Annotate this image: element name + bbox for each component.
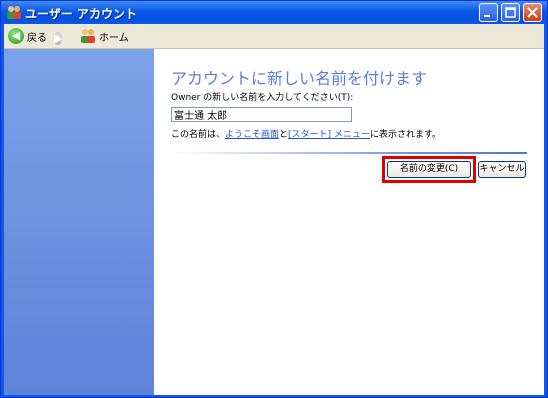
maximize-button[interactable] <box>501 3 520 22</box>
maximize-icon <box>505 7 516 18</box>
content-area: アカウントに新しい名前を付けます Owner の新しい名前を入力してください(T… <box>4 49 544 395</box>
page-title: アカウントに新しい名前を付けます <box>171 69 428 88</box>
navigation-toolbar: ◀ 戻る ▶ ホーム <box>4 24 544 49</box>
divider <box>171 152 527 154</box>
description-text: この名前は、ようこそ画面と[スタート] メニューに表示されます。 <box>171 127 441 140</box>
rename-button[interactable]: 名前の変更(C) <box>387 161 471 178</box>
home-label: ホーム <box>99 32 129 44</box>
back-arrow-icon: ◀ <box>8 28 24 44</box>
window-title: ユーザー アカウント <box>25 7 137 21</box>
user-accounts-icon <box>6 5 22 20</box>
cancel-button[interactable]: キャンセル <box>478 161 526 178</box>
back-button[interactable]: ◀ 戻る <box>8 27 47 45</box>
minimize-icon <box>484 15 490 17</box>
start-menu-link[interactable]: [スタート] メニュー <box>288 130 370 140</box>
main-panel: アカウントに新しい名前を付けます Owner の新しい名前を入力してください(T… <box>154 49 544 395</box>
minimize-button[interactable] <box>479 3 498 22</box>
home-button[interactable]: ホーム <box>80 27 129 45</box>
users-home-icon <box>81 29 95 43</box>
user-accounts-window: ユーザー アカウント ◀ 戻る ▶ ホーム アカウントに新しい名前を付けます O… <box>0 0 548 398</box>
desc-and: と <box>279 130 289 140</box>
forward-button[interactable]: ▶ <box>54 27 63 47</box>
forward-arrow-icon: ▶ <box>54 32 63 45</box>
close-icon <box>527 7 538 18</box>
welcome-screen-link[interactable]: ようこそ画面 <box>225 130 279 140</box>
name-prompt-label: Owner の新しい名前を入力してください(T): <box>171 93 354 103</box>
close-button[interactable] <box>523 3 542 22</box>
desc-suffix: に表示されます。 <box>369 130 442 140</box>
new-name-input[interactable] <box>171 107 352 122</box>
task-sidebar <box>4 49 154 395</box>
desc-prefix: この名前は、 <box>171 130 226 140</box>
back-label: 戻る <box>27 32 47 44</box>
title-bar[interactable]: ユーザー アカウント <box>1 1 547 24</box>
